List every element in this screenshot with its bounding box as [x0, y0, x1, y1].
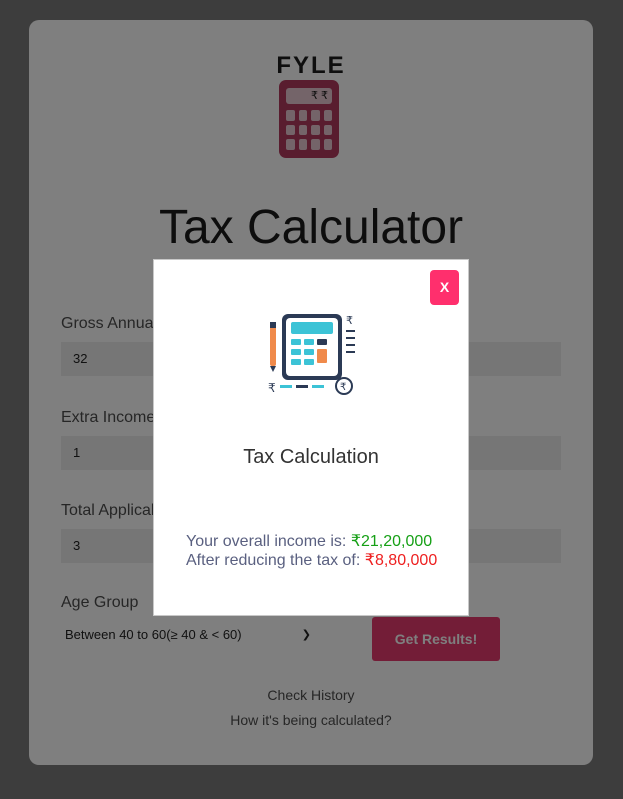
- modal-title: Tax Calculation: [243, 446, 379, 468]
- tax-result-line: After reducing the tax of: ₹8,80,000: [186, 550, 437, 570]
- calculator-tax-icon: ₹ ₹ ₹: [268, 314, 355, 395]
- income-result-line: Your overall income is: ₹21,20,000: [186, 531, 432, 551]
- tax-prefix: After reducing the tax of:: [186, 552, 365, 569]
- tax-value: ₹8,80,000: [364, 552, 438, 569]
- tax-result-modal: X ₹ ₹ ₹ Tax Calculation Your overall inc: [153, 259, 469, 616]
- svg-text:₹: ₹: [340, 382, 346, 393]
- close-button[interactable]: X: [430, 270, 459, 305]
- income-prefix: Your overall income is:: [186, 533, 351, 550]
- svg-text:₹: ₹: [268, 381, 276, 395]
- svg-text:₹: ₹: [346, 314, 353, 327]
- income-value: ₹21,20,000: [350, 533, 433, 550]
